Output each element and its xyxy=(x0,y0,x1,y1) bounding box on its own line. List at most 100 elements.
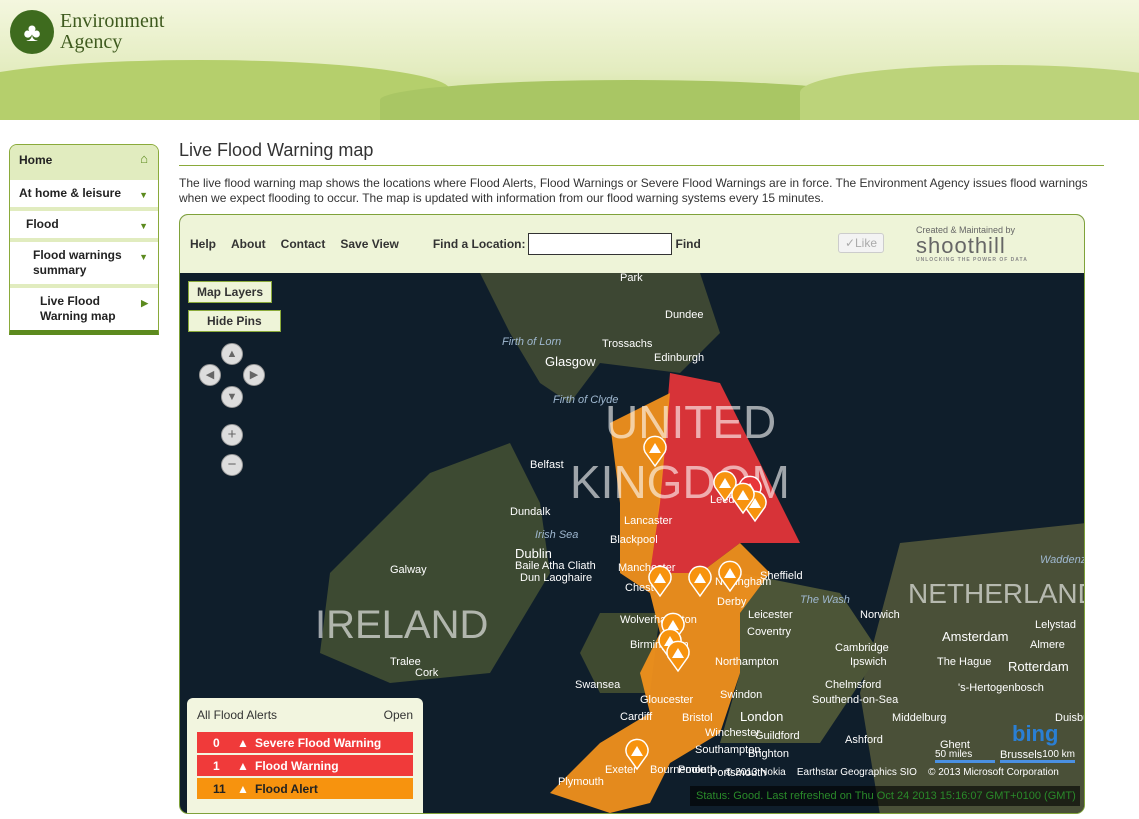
legend-open-toggle[interactable]: Open xyxy=(384,708,413,722)
place-label: Plymouth xyxy=(558,776,604,788)
place-label: Lancaster xyxy=(624,515,673,527)
place-label: Wolverhampton xyxy=(620,614,697,626)
place-label: Blackpool xyxy=(610,534,658,546)
legend-flood-warning[interactable]: 1 ▲ Flood Warning xyxy=(197,755,413,776)
place-label: Galway xyxy=(390,564,427,576)
place-label: Almere xyxy=(1030,639,1065,651)
place-label: Coventry xyxy=(747,626,792,638)
environment-agency-logo[interactable]: ♣ Environment Agency xyxy=(10,10,164,54)
chevron-down-icon: ▼ xyxy=(139,190,148,200)
save-view-link[interactable]: Save View xyxy=(340,237,399,251)
place-label: Baile Atha Cliath xyxy=(515,560,596,572)
place-label: Guildford xyxy=(755,730,800,742)
contact-link[interactable]: Contact xyxy=(281,237,326,251)
home-icon: ⌂ xyxy=(140,151,148,166)
place-label: Dundalk xyxy=(510,506,551,518)
nav-at-home-leisure[interactable]: At home & leisure ▼ xyxy=(10,180,158,207)
place-label: Dun Laoghaire xyxy=(520,572,592,584)
country-label: IRELAND xyxy=(315,603,488,647)
logo-text: Agency xyxy=(60,31,123,53)
map-copyright: © 2013 Nokia Earthstar Geographics SIO ©… xyxy=(725,767,1059,778)
place-label: Ipswich xyxy=(850,656,887,668)
flood-warning-icon: ▲ xyxy=(237,758,249,773)
scale-km: 100 km xyxy=(1000,749,1075,763)
place-label: Glasgow xyxy=(545,354,596,369)
legend-severe-flood-warning[interactable]: 0 ▲ Severe Flood Warning xyxy=(197,732,413,753)
flood-alert-icon: ▲ xyxy=(237,781,249,796)
place-label: The Hague xyxy=(937,656,991,668)
like-button[interactable]: ✓Like xyxy=(838,233,884,253)
tagline-text: UNLOCKING THE POWER OF DATA xyxy=(916,257,1028,263)
brand-text: shoothill xyxy=(916,233,1006,258)
map-canvas[interactable]: UNITED KINGDOM IRELAND NETHERLANDS ParkD… xyxy=(180,272,1085,813)
place-label: London xyxy=(740,709,783,724)
country-label: UNITED xyxy=(605,396,776,448)
severe-warning-icon: ▲ xyxy=(237,735,249,750)
nav-live-flood-warning-map[interactable]: Live Flood Warning map ▶ xyxy=(10,288,158,330)
find-location-input[interactable] xyxy=(527,233,672,255)
place-label: Leicester xyxy=(748,609,793,621)
hide-pins-button[interactable]: Hide Pins xyxy=(188,310,281,332)
place-label: Duisburg xyxy=(1055,712,1085,724)
place-label: Gloucester xyxy=(640,694,694,706)
pan-up-icon[interactable]: ▲ xyxy=(221,343,243,365)
shoothill-logo[interactable]: Created & Maintained by shoothill UNLOCK… xyxy=(916,225,1028,263)
place-label: Swindon xyxy=(720,689,762,701)
place-label: Brighton xyxy=(748,748,789,760)
flood-map-widget: Help About Contact Save View Find a Loca… xyxy=(179,214,1085,814)
nav-home[interactable]: Home ⌂ xyxy=(10,145,158,176)
legend-flood-alert[interactable]: 11 ▲ Flood Alert xyxy=(197,778,413,799)
place-label: Bristol xyxy=(682,712,713,724)
place-label: Cork xyxy=(415,667,439,679)
help-link[interactable]: Help xyxy=(190,237,216,251)
place-label: Firth of Clyde xyxy=(553,394,618,406)
place-label: Winchester xyxy=(705,727,760,739)
find-location-label: Find a Location: xyxy=(432,237,526,251)
pan-right-icon[interactable]: ▶ xyxy=(243,364,265,386)
place-label: Trossachs xyxy=(602,338,653,350)
intro-text: The live flood warning map shows the loc… xyxy=(179,176,1088,205)
place-label: Poole xyxy=(678,764,706,776)
place-label: Derby xyxy=(717,596,747,608)
place-label: Ashford xyxy=(845,734,883,746)
chevron-down-icon: ▼ xyxy=(139,221,148,231)
place-label: Park xyxy=(620,273,643,284)
place-label: Northampton xyxy=(715,656,779,668)
pan-down-icon[interactable]: ▼ xyxy=(221,386,243,408)
place-label: Firth of Lorn xyxy=(502,336,561,348)
place-label: Edinburgh xyxy=(654,352,704,364)
place-label: Lelystad xyxy=(1035,619,1076,631)
chevron-right-icon: ▶ xyxy=(141,298,148,308)
place-label: Southend-on-Sea xyxy=(812,694,899,706)
sidebar-nav: Home ⌂ At home & leisure ▼ Flood ▼ Flood wa… xyxy=(9,144,159,335)
chevron-down-icon: ▼ xyxy=(139,252,148,262)
place-label: Amsterdam xyxy=(942,629,1008,644)
logo-tree-icon: ♣ xyxy=(10,10,54,54)
place-label: Chelmsford xyxy=(825,679,881,691)
place-label: Rotterdam xyxy=(1008,659,1069,674)
scale-miles: 50 miles xyxy=(935,749,995,763)
pan-left-icon[interactable]: ◀ xyxy=(199,364,221,386)
zoom-out-icon[interactable]: − xyxy=(221,454,243,476)
place-label: Dundee xyxy=(665,309,704,321)
map-layers-button[interactable]: Map Layers xyxy=(188,281,273,303)
zoom-in-icon[interactable]: + xyxy=(221,424,243,446)
legend-title: All Flood Alerts xyxy=(197,708,278,722)
place-label: Swansea xyxy=(575,679,621,691)
logo-text: Environment xyxy=(60,10,165,32)
place-label: Exeter xyxy=(605,764,637,776)
place-label: Norwich xyxy=(860,609,900,621)
nav-flood-warnings-summary[interactable]: Flood warnings summary ▼ xyxy=(10,242,158,284)
nav-flood[interactable]: Flood ▼ xyxy=(10,211,158,238)
about-link[interactable]: About xyxy=(231,237,266,251)
place-label: Cambridge xyxy=(835,642,889,654)
place-label: Waddenzee xyxy=(1040,554,1085,566)
flood-alerts-legend: All Flood Alerts Open 0 ▲ Severe Flood Warn… xyxy=(187,698,423,813)
place-label: Middelburg xyxy=(892,712,946,724)
country-label: NETHERLANDS xyxy=(908,578,1085,609)
find-button[interactable]: Find xyxy=(676,237,701,251)
place-label: The Wash xyxy=(800,594,850,606)
bing-logo: bing xyxy=(1012,721,1059,746)
map-toolbar: Help About Contact Save View Find a Loca… xyxy=(180,215,1084,273)
place-label: Dublin xyxy=(515,546,552,561)
